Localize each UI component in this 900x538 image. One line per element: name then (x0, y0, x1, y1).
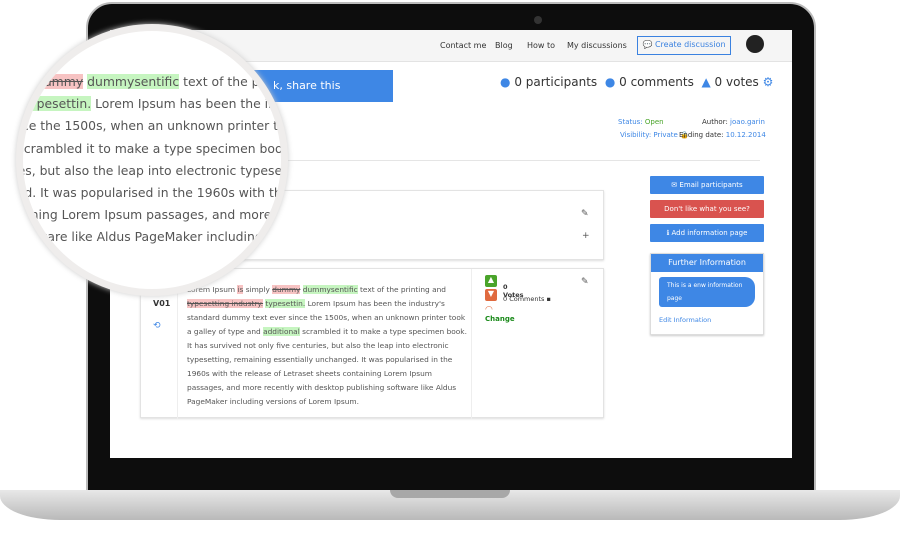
gear-icon[interactable]: ⚙ (763, 75, 774, 89)
revert-icon[interactable]: ⟲ (153, 321, 161, 331)
gauge-icon: ◠ (485, 305, 493, 315)
thumbs-up-icon: ▲ (701, 75, 711, 89)
avatar[interactable] (746, 35, 764, 53)
version-label: V01 (153, 299, 171, 308)
author-link[interactable]: joao.garin (730, 118, 765, 126)
dislike-button[interactable]: Don't like what you see? (650, 200, 764, 218)
plus-icon[interactable]: + (582, 231, 590, 241)
vote-panel: ▲ ▼ 0 Votes 0 Comments ▪ ◠ Change (485, 275, 551, 323)
add-information-page-button[interactable]: ℹ Add information page (650, 224, 764, 242)
pencil-icon[interactable]: ✎ (581, 277, 589, 287)
pencil-icon[interactable]: ✎ (581, 209, 589, 219)
thumbs-up-button[interactable]: ▲ (485, 275, 497, 287)
user-icon: ● (500, 75, 511, 89)
discussion-stats: ● 0 participants ● 0 comments ▲ 0 votes … (500, 75, 774, 89)
nav-blog[interactable]: Blog (495, 41, 513, 50)
comment-icon: ▪ (546, 295, 551, 303)
nav-how-to[interactable]: How to (527, 41, 555, 50)
info-bubble: This is a enw information page (659, 277, 755, 307)
comments-icon: 💬 (642, 40, 655, 49)
nav-contact[interactable]: Contact me (440, 41, 486, 50)
nav-my-discussions[interactable]: My discussions (567, 41, 627, 50)
comments-icon: ● (604, 75, 616, 89)
laptop-base (0, 490, 900, 520)
email-participants-button[interactable]: ✉ Email participants (650, 176, 764, 194)
version-text: Lorem Ipsum is simply dummy dummysentifi… (187, 285, 467, 406)
edit-information-link[interactable]: Edit Information (659, 316, 755, 324)
version-card: V01 ⟲ Lorem Ipsum is simply dummy dummys… (140, 268, 604, 419)
further-information-panel: Further Information This is a enw inform… (650, 253, 764, 335)
thumbs-down-button[interactable]: ▼ (485, 289, 497, 301)
status-value: Open (644, 118, 664, 126)
magnifier-lens: Lorem Ipsum is simply dummy dummysentifi… (16, 24, 288, 296)
create-discussion-button[interactable]: 💬 Create discussion (637, 36, 731, 55)
magnified-text: Lorem Ipsum is simply dummy dummysentifi… (23, 71, 281, 271)
change-link[interactable]: Change (485, 315, 515, 323)
camera (534, 16, 542, 24)
